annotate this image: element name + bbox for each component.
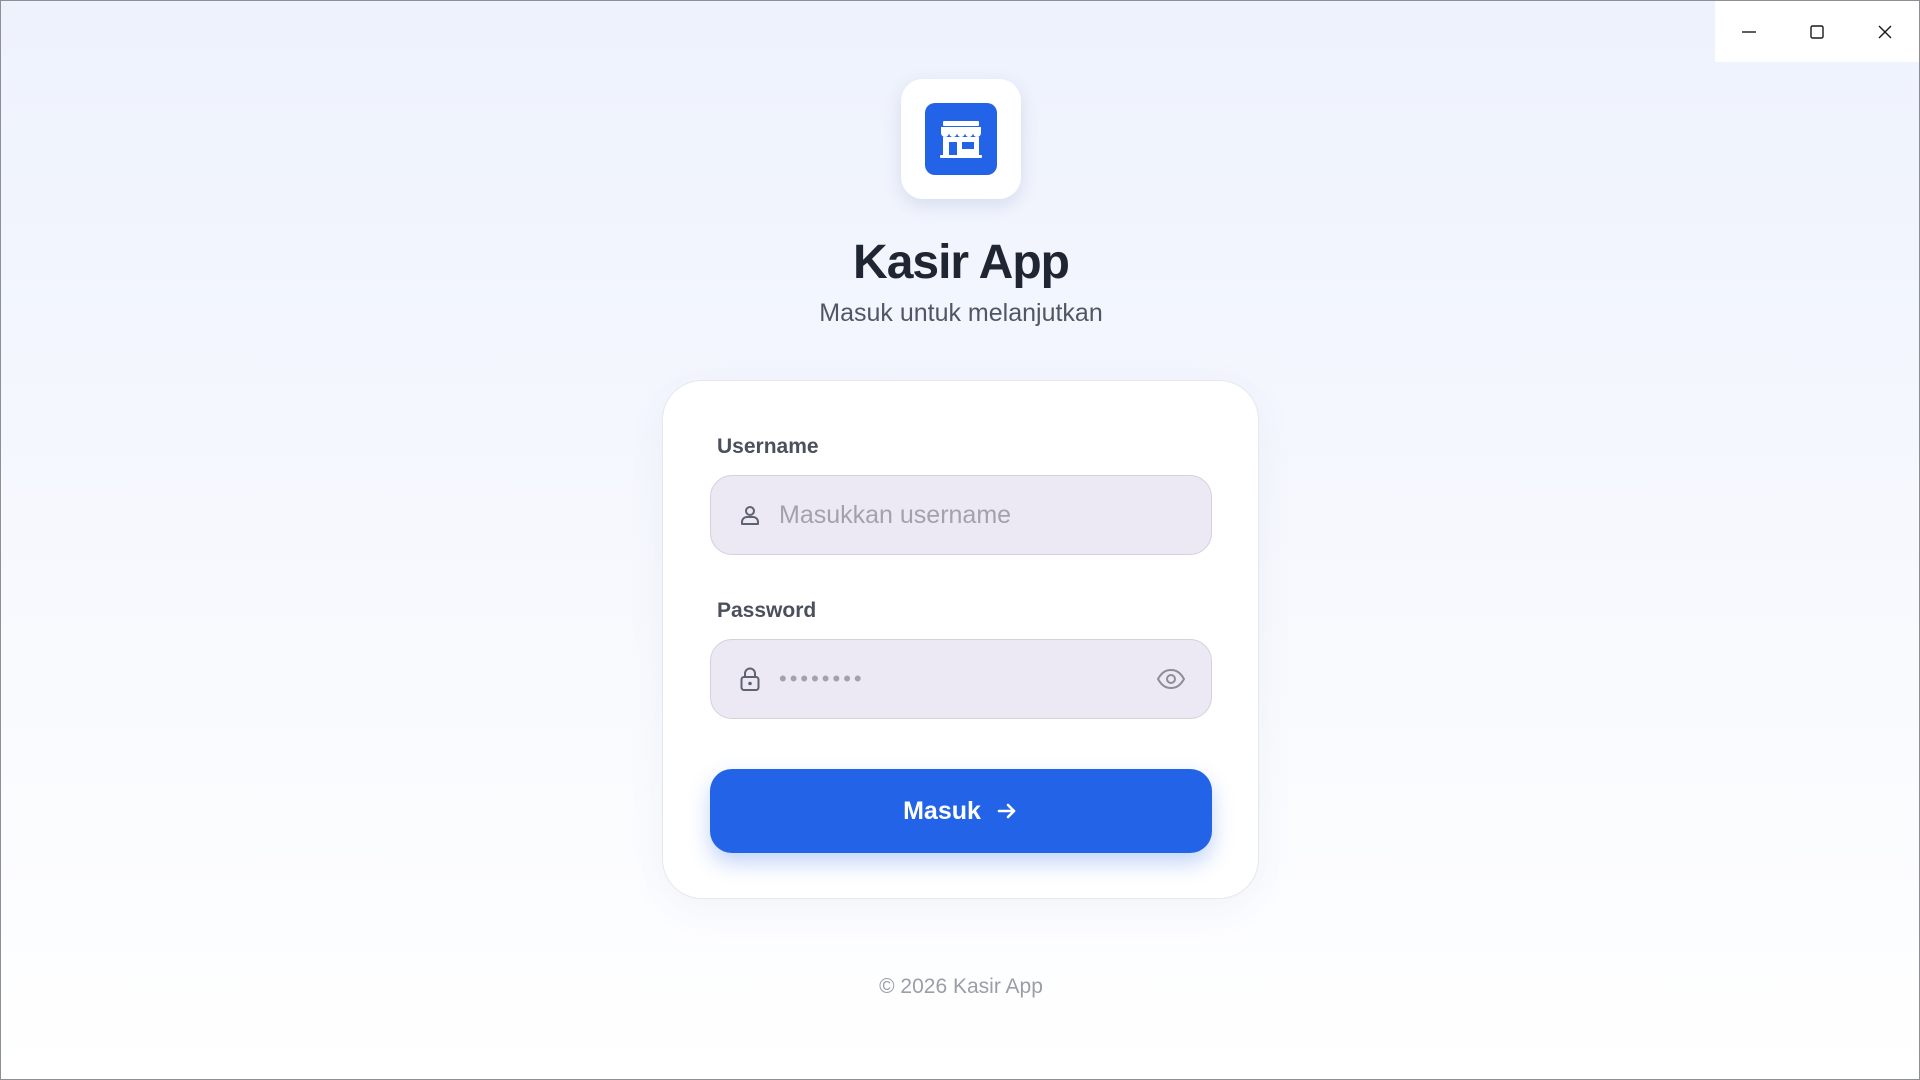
lock-icon [737,666,763,692]
username-field[interactable] [710,475,1212,555]
minimize-button[interactable] [1715,1,1783,62]
login-button-label: Masuk [903,796,981,825]
close-icon [1878,25,1892,38]
app-title: Kasir App [853,236,1070,289]
arrow-right-icon [997,803,1016,819]
eye-icon[interactable] [1155,663,1187,695]
login-button[interactable]: Masuk [710,769,1212,853]
password-input[interactable] [779,659,1155,699]
app-subtitle: Masuk untuk melanjutkan [819,299,1103,327]
close-button[interactable] [1851,1,1919,62]
footer-copyright: © 2026 Kasir App [879,975,1043,998]
minimize-icon [1742,30,1756,33]
maximize-button[interactable] [1783,1,1851,62]
password-field[interactable] [710,639,1212,719]
logo-badge [925,103,997,175]
username-label: Username [717,435,819,458]
login-card: Username Password [662,380,1259,899]
username-input[interactable] [779,495,1211,535]
app-logo [901,79,1021,199]
window-controls [1715,1,1919,62]
store-icon [925,103,997,175]
user-icon [737,502,763,528]
app-window: Kasir App Masuk untuk melanjutkan Userna… [0,0,1920,1080]
password-label: Password [717,599,817,622]
maximize-icon [1810,24,1824,39]
